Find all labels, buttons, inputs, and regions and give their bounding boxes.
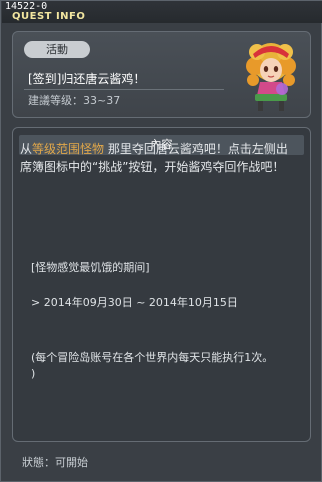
quest-info-window: 14522-0 QUEST INFO 活動 [签到]归还唐云酱鸡！ 建議等级：3…	[0, 0, 322, 482]
daily-limit-note-end: )	[31, 367, 36, 380]
period-label: [怪物感觉最饥饿的期间]	[31, 261, 150, 274]
desc-line1: 那里夺回唐云酱鸡吧！点击左侧出	[104, 142, 288, 156]
quest-name: [签到]归还唐云酱鸡！	[28, 72, 146, 86]
period-dates: > 2014年09月30日 ~ 2014年10月15日	[31, 296, 238, 309]
divider	[24, 89, 224, 90]
window-title: QUEST INFO	[12, 11, 86, 22]
npc-avatar-icon	[241, 38, 301, 114]
recommended-level: 建議等级：33~37	[28, 94, 121, 107]
quest-summary-panel: 活動 [签到]归还唐云酱鸡！ 建議等级：33~37	[12, 31, 311, 118]
category-tag: 活動	[24, 41, 90, 58]
title-bar[interactable]: 14522-0 QUEST INFO	[2, 1, 322, 23]
desc-line2: 席簿图标中的“挑战”按钮，开始酱鸡夺回作战吧！	[20, 160, 285, 174]
daily-limit-note: (每个冒险岛账号在各个世界内每天只能执行1次。	[31, 351, 274, 364]
monster-range-link[interactable]: 等级范围怪物	[32, 142, 104, 156]
quest-status: 狀態：可開始	[22, 456, 88, 469]
quest-description: 从等级范围怪物 那里夺回唐云酱鸡吧！点击左侧出 席簿图标中的“挑战”按钮，开始酱…	[20, 140, 300, 176]
desc-prefix: 从	[20, 142, 33, 156]
